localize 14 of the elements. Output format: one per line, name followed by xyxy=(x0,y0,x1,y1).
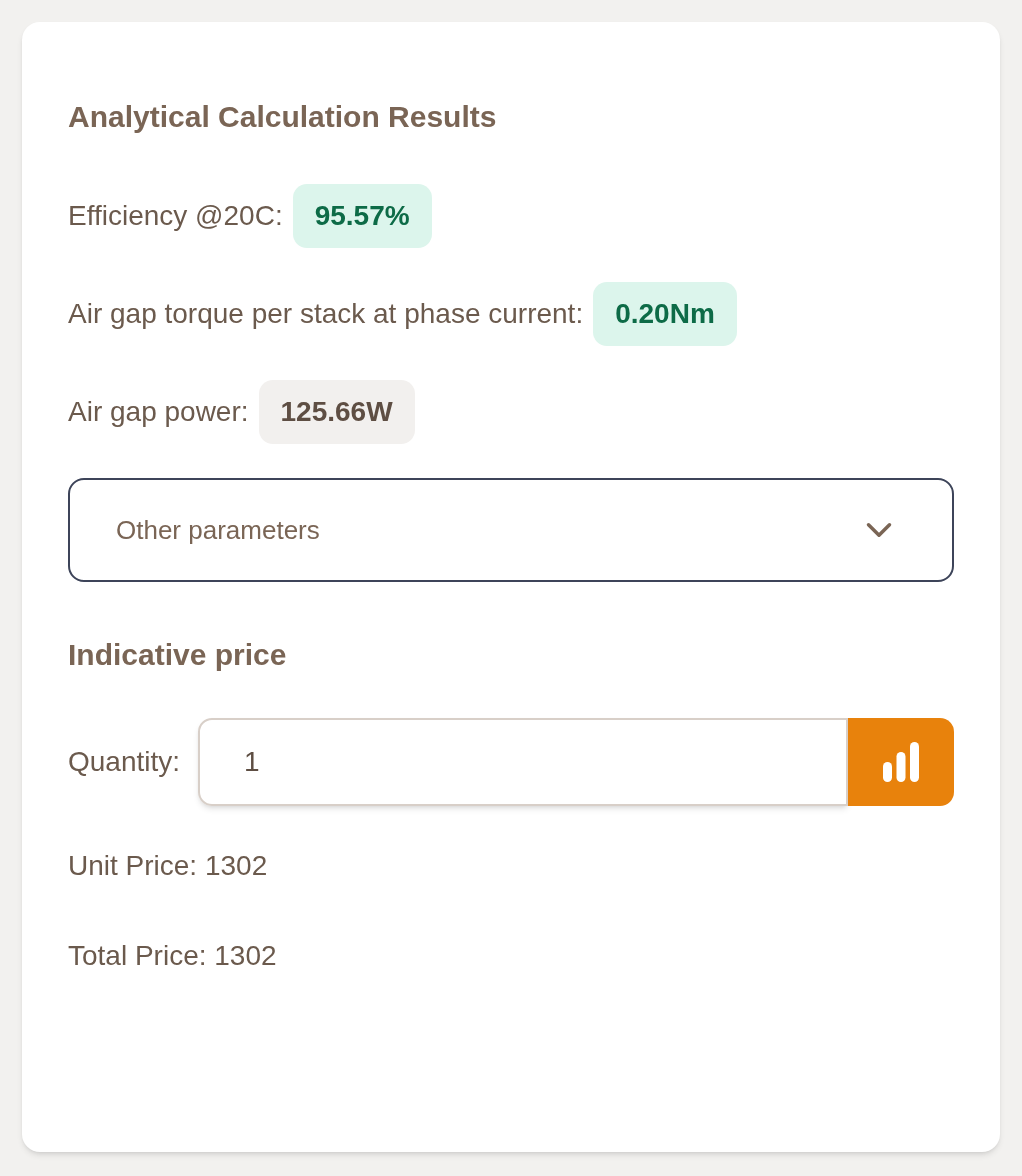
metric-value: 0.20Nm xyxy=(593,282,737,346)
section-title: Indicative price xyxy=(68,640,288,670)
chart-button[interactable] xyxy=(848,718,954,806)
price-text: Total Price: 1302 xyxy=(68,942,278,970)
quantity-label: Quantity: xyxy=(68,745,181,779)
metric-label: Air gap power: xyxy=(68,395,249,429)
metric-value: 125.66W xyxy=(258,380,415,444)
price-text: Unit Price: 1302 xyxy=(68,852,269,880)
section-title: Analytical Calculation Results xyxy=(68,102,498,132)
metric-value: 95.57% xyxy=(292,184,432,248)
metric-label: Air gap torque per stack at phase current: xyxy=(68,297,584,331)
quantity-field[interactable]: 1 xyxy=(198,718,848,806)
metric-label: Efficiency @20C: xyxy=(68,199,283,233)
parameters-dropdown[interactable]: Other parameters xyxy=(68,478,954,582)
